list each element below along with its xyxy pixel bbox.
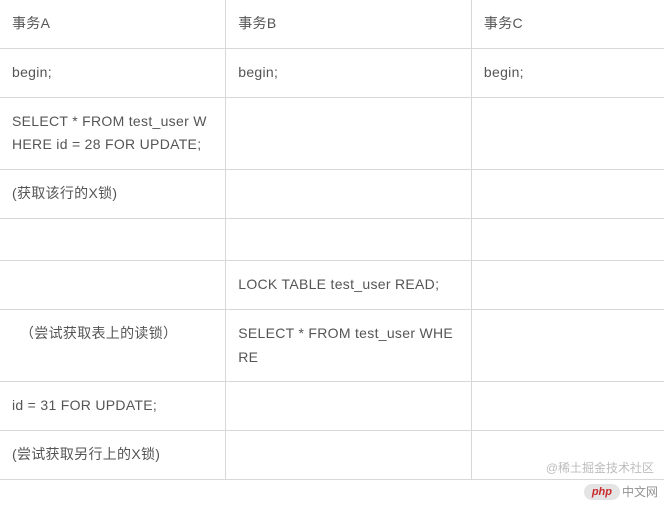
cell-b: LOCK TABLE test_user READ; xyxy=(226,260,472,309)
cell-b xyxy=(226,431,472,480)
cell-c xyxy=(471,170,664,219)
cell-b xyxy=(226,218,472,260)
cell-a: (获取该行的X锁) xyxy=(0,170,226,219)
header-b: 事务B xyxy=(226,0,472,48)
cell-c xyxy=(471,97,664,170)
header-a: 事务A xyxy=(0,0,226,48)
cell-a xyxy=(0,218,226,260)
cell-a: （尝试获取表上的读锁） xyxy=(0,309,226,382)
cell-a xyxy=(0,260,226,309)
php-logo-text: php xyxy=(592,486,612,498)
table-row: （尝试获取表上的读锁） SELECT * FROM test_user WHER… xyxy=(0,309,664,382)
cell-b: begin; xyxy=(226,48,472,97)
php-watermark: php 中文网 xyxy=(584,483,658,500)
table-row: begin; begin; begin; xyxy=(0,48,664,97)
cell-a: (尝试获取另行上的X锁) xyxy=(0,431,226,480)
transaction-table: 事务A 事务B 事务C begin; begin; begin; SELECT … xyxy=(0,0,664,480)
cell-b xyxy=(226,170,472,219)
cell-a: SELECT * FROM test_user WHERE id = 28 FO… xyxy=(0,97,226,170)
php-label-text: 中文网 xyxy=(622,483,658,500)
table-row: id = 31 FOR UPDATE; xyxy=(0,382,664,431)
cell-c xyxy=(471,309,664,382)
cell-b: SELECT * FROM test_user WHERE xyxy=(226,309,472,382)
table-header-row: 事务A 事务B 事务C xyxy=(0,0,664,48)
cell-c xyxy=(471,382,664,431)
table-row: SELECT * FROM test_user WHERE id = 28 FO… xyxy=(0,97,664,170)
cell-c: begin; xyxy=(471,48,664,97)
cell-c xyxy=(471,260,664,309)
cell-c xyxy=(471,218,664,260)
php-logo-icon: php xyxy=(584,484,620,500)
cell-b xyxy=(226,382,472,431)
cell-b xyxy=(226,97,472,170)
juejin-watermark: @稀土掘金技术社区 xyxy=(546,459,654,476)
cell-a: begin; xyxy=(0,48,226,97)
table-row xyxy=(0,218,664,260)
table-row: LOCK TABLE test_user READ; xyxy=(0,260,664,309)
table-row: (获取该行的X锁) xyxy=(0,170,664,219)
cell-a: id = 31 FOR UPDATE; xyxy=(0,382,226,431)
header-c: 事务C xyxy=(471,0,664,48)
